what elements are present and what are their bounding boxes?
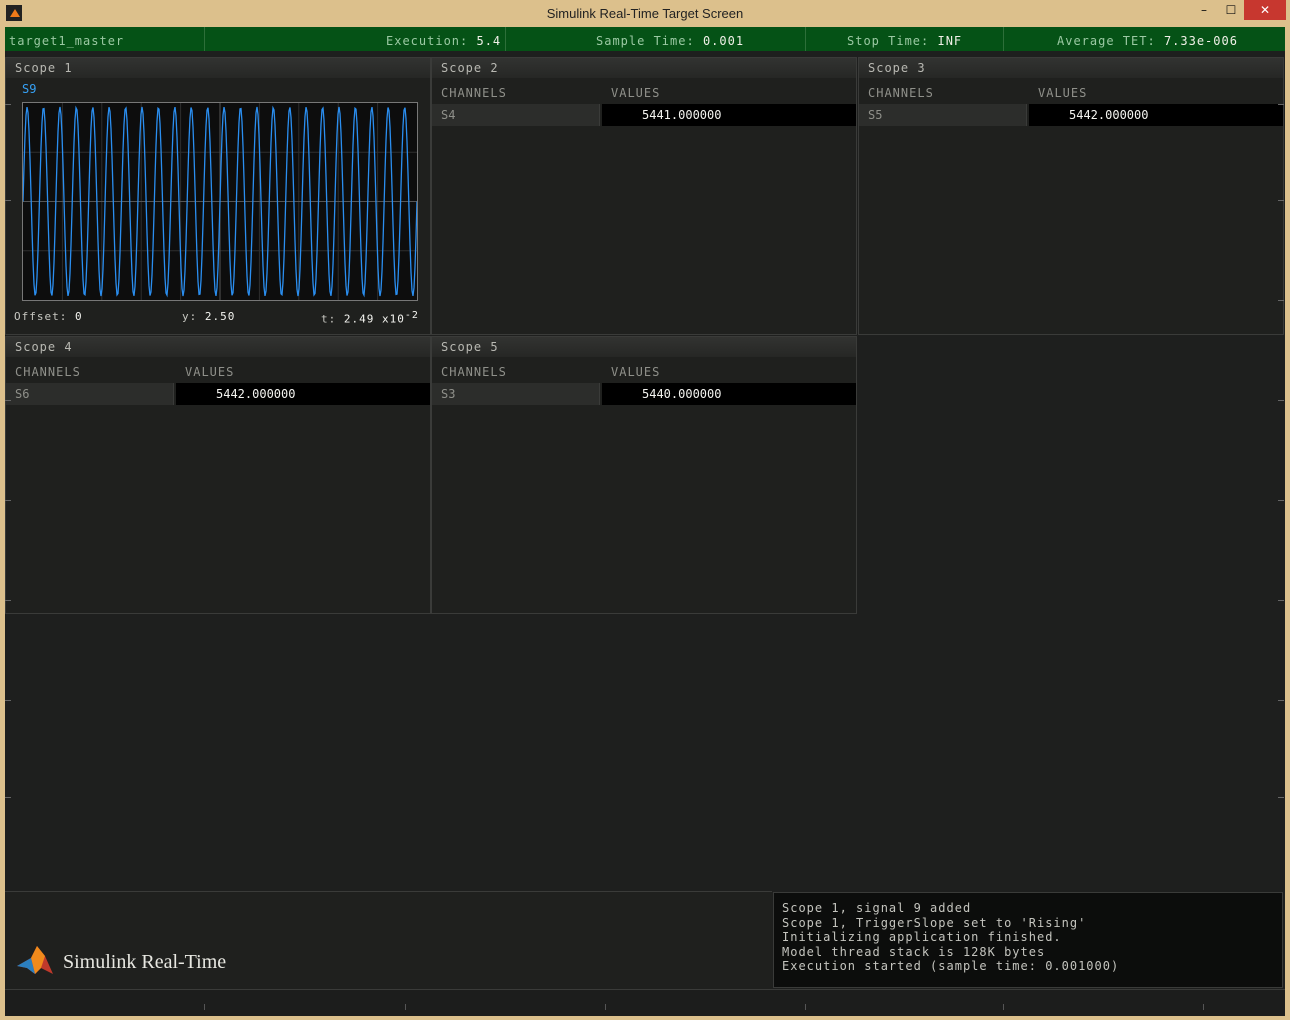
scope-1-panel[interactable]: Scope 1 S9 Offset: 0 y: 2.50 t: 2.49 x10… [5, 57, 431, 335]
channels-header: CHANNELS [15, 365, 81, 379]
product-name: Simulink Real-Time [63, 951, 227, 973]
channels-header: CHANNELS [868, 86, 934, 100]
bottom-strip [5, 989, 1285, 1016]
scope-5-channel: S3 [432, 383, 600, 405]
scope-5-value: 5440.000000 [602, 383, 856, 405]
scope-1-offset: Offset: 0 [14, 310, 83, 323]
scope-4-channel: S6 [6, 383, 174, 405]
sample-time-label: Sample Time: [596, 34, 695, 48]
scope-3-channel: S5 [859, 104, 1027, 126]
channels-header: CHANNELS [441, 365, 507, 379]
channels-header: CHANNELS [441, 86, 507, 100]
scope-5-title: Scope 5 [432, 337, 856, 357]
title-bar[interactable]: Simulink Real-Time Target Screen – ☐ ✕ [0, 0, 1290, 27]
offset-value: 0 [74, 310, 83, 323]
scope-2-title: Scope 2 [432, 58, 856, 78]
t-value: 2.49 [343, 312, 375, 326]
scope-4-title: Scope 4 [6, 337, 430, 357]
scope-5-panel[interactable]: Scope 5 CHANNELS VALUES S3 5440.000000 [431, 336, 857, 614]
sample-time-value: 0.001 [702, 34, 745, 48]
y-value: 2.50 [204, 310, 236, 323]
stop-time-value: INF [937, 34, 963, 48]
t-exponent: -2 [404, 310, 419, 321]
t-multiplier: x10 [382, 312, 405, 326]
scope-5-row: S3 5440.000000 [432, 383, 856, 405]
message-console[interactable]: Scope 1, signal 9 added Scope 1, Trigger… [773, 892, 1283, 988]
scope-3-value: 5442.000000 [1029, 104, 1283, 126]
scope-1-plot[interactable] [22, 102, 418, 301]
maximize-button[interactable]: ☐ [1218, 0, 1244, 20]
values-header: VALUES [185, 365, 235, 379]
offset-label: Offset: [14, 310, 68, 323]
scope-1-graph [22, 103, 418, 300]
average-tet-value: 7.33e-006 [1163, 34, 1238, 48]
t-label: t: [321, 312, 337, 326]
close-button[interactable]: ✕ [1244, 0, 1286, 20]
application-window: Simulink Real-Time Target Screen – ☐ ✕ t… [0, 0, 1290, 1020]
matlab-membrane-icon [17, 946, 53, 974]
logo-area: Simulink Real-Time [5, 891, 772, 990]
scope-4-value: 5442.000000 [176, 383, 430, 405]
scope-2-panel[interactable]: Scope 2 CHANNELS VALUES S4 5441.000000 [431, 57, 857, 335]
console-line: Initializing application finished. [782, 930, 1062, 944]
window-title: Simulink Real-Time Target Screen [546, 6, 744, 21]
scope-4-panel[interactable]: Scope 4 CHANNELS VALUES S6 5442.000000 [5, 336, 431, 614]
sample-time-readout: Sample Time: 0.001 [596, 34, 744, 48]
values-header: VALUES [611, 365, 661, 379]
execution-readout: Execution: 5.4 [386, 34, 501, 48]
console-line: Model thread stack is 128K bytes [782, 944, 1046, 959]
scope-3-panel[interactable]: Scope 3 CHANNELS VALUES S5 5442.000000 [858, 57, 1284, 335]
console-line: Execution started (sample time: 0.001000… [782, 959, 1120, 973]
values-header: VALUES [1038, 86, 1088, 100]
scope-1-t: t: 2.49 x10-2 [321, 310, 419, 326]
scope-2-value: 5441.000000 [602, 104, 856, 126]
scope-4-row: S6 5442.000000 [6, 383, 430, 405]
stop-time-readout: Stop Time: INF [847, 34, 962, 48]
console-line: Scope 1, signal 9 added [782, 901, 972, 915]
execution-value: 5.4 [476, 34, 502, 48]
scope-1-signal-label: S9 [22, 82, 37, 96]
console-line: Scope 1, TriggerSlope set to 'Rising' [782, 915, 1087, 930]
target-screen: target1_master Execution: 5.4 Sample Tim… [5, 27, 1285, 1016]
y-label: y: [182, 310, 198, 323]
status-bar: target1_master Execution: 5.4 Sample Tim… [5, 27, 1285, 51]
scope-3-row: S5 5442.000000 [859, 104, 1283, 126]
average-tet-label: Average TET: [1057, 34, 1156, 48]
average-tet-readout: Average TET: 7.33e-006 [1057, 34, 1238, 48]
scope-1-y: y: 2.50 [182, 310, 235, 323]
scope-2-channel: S4 [432, 104, 600, 126]
stop-time-label: Stop Time: [847, 34, 930, 48]
scope-1-title: Scope 1 [6, 58, 430, 78]
values-header: VALUES [611, 86, 661, 100]
target-name: target1_master [9, 34, 125, 48]
scope-2-row: S4 5441.000000 [432, 104, 856, 126]
minimize-button[interactable]: – [1190, 0, 1218, 20]
scope-3-title: Scope 3 [859, 58, 1283, 78]
execution-label: Execution: [386, 34, 469, 48]
